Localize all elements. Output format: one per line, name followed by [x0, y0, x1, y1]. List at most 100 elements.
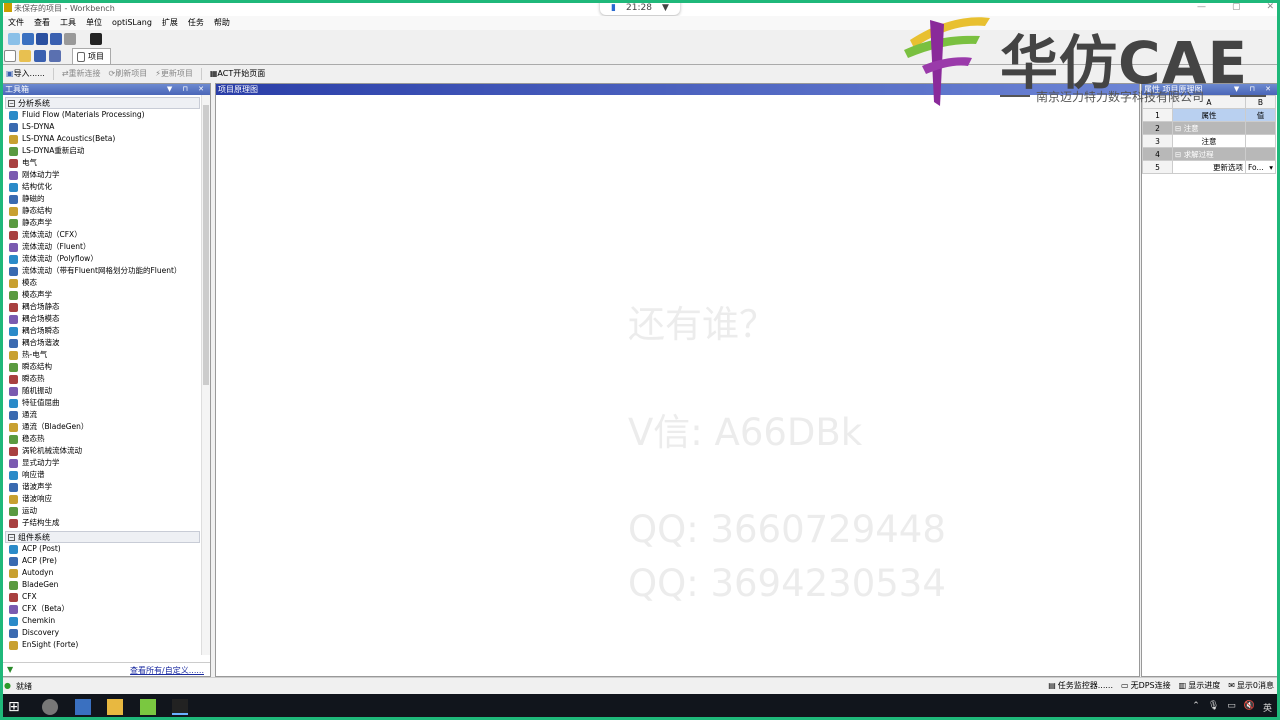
toolbox-item[interactable]: 谐波响应 [3, 493, 210, 505]
toolbox-item[interactable]: Autodyn [3, 567, 210, 579]
calculator-icon[interactable] [75, 699, 91, 715]
toolbox-item[interactable]: 随机振动 [3, 385, 210, 397]
new-project-icon[interactable] [8, 33, 20, 45]
filter-icon[interactable]: ▼ [7, 665, 13, 674]
menu-help[interactable]: 帮助 [214, 16, 230, 30]
toolbox-item[interactable]: CFX [3, 591, 210, 603]
chevron-down-icon[interactable]: ▾ [1269, 163, 1273, 172]
value-cell[interactable] [1245, 134, 1276, 148]
toolbox-item[interactable]: EnSight (Forte) [3, 639, 210, 651]
workbench-icon[interactable] [172, 699, 188, 715]
new-icon[interactable] [4, 50, 16, 62]
toolbox-item[interactable]: 特征值屈曲 [3, 397, 210, 409]
windows-start-icon[interactable]: ⊞ [8, 699, 24, 715]
toolbox-item[interactable]: LS-DYNA重新启动 [3, 145, 210, 157]
import-button[interactable]: ▣导入...... [6, 68, 45, 79]
toolbox-item[interactable]: 耦合场静态 [3, 301, 210, 313]
toolbox-item[interactable]: CFX（Beta） [3, 603, 210, 615]
toolbox-item[interactable]: Fluid Flow (Materials Processing) [3, 109, 210, 121]
toolbox-item[interactable]: 通流（BladeGen） [3, 421, 210, 433]
table-row[interactable]: 4 ⊟ 求解过程 [1142, 147, 1276, 161]
toolbox-item[interactable]: 子结构生成 [3, 517, 210, 529]
table-row[interactable]: 5 更新选项 Fo... ▾ [1142, 160, 1276, 174]
collapse-icon[interactable]: − [8, 534, 15, 541]
toolbox-item[interactable]: 电气 [3, 157, 210, 169]
reconnect-button[interactable]: ⇄重新连接 [62, 68, 101, 79]
toolbox-item[interactable]: 流体流动（带有Fluent网格划分功能的Fluent） [3, 265, 210, 277]
toolbox-item[interactable]: 刚体动力学 [3, 169, 210, 181]
collapse-icon[interactable]: ⊟ [1175, 150, 1181, 159]
toolbox-item[interactable]: 静磁的 [3, 193, 210, 205]
group-analysis-systems[interactable]: − 分析系统 [5, 97, 200, 109]
menu-tools[interactable]: 工具 [60, 16, 76, 30]
app-green-icon[interactable] [140, 699, 156, 715]
toolbox-item[interactable]: 通流 [3, 409, 210, 421]
toolbox-item[interactable]: 热-电气 [3, 349, 210, 361]
toolbox-item[interactable]: 耦合场瞬态 [3, 325, 210, 337]
toolbox-item[interactable]: 流体流动（Fluent） [3, 241, 210, 253]
toolbox-item[interactable]: 显式动力学 [3, 457, 210, 469]
chevron-down-icon[interactable]: ▼ [662, 3, 669, 13]
toolbox-item[interactable]: ACP (Pre) [3, 555, 210, 567]
ime-indicator[interactable]: 英 [1263, 701, 1272, 714]
table-row[interactable]: 2 ⊟ 注意 [1142, 121, 1276, 135]
collapse-icon[interactable]: − [8, 100, 15, 107]
collapse-icon[interactable]: ⊟ [1175, 124, 1181, 133]
menu-file[interactable]: 文件 [8, 16, 24, 30]
table-row[interactable]: 3 注意 [1142, 134, 1276, 148]
show-progress-button[interactable]: ▥ 显示进度 [1179, 680, 1221, 691]
toolbox-item[interactable]: Discovery [3, 627, 210, 639]
menu-jobs[interactable]: 任务 [188, 16, 204, 30]
tab-project[interactable]: 项目 [72, 48, 111, 64]
toolbox-item[interactable]: 响应谱 [3, 469, 210, 481]
microphone-icon[interactable]: 🎙 [1208, 701, 1219, 714]
screen-recorder-clock[interactable]: ▮ 21:28 ▼ [600, 0, 680, 15]
toolbox-item[interactable]: 稳态热 [3, 433, 210, 445]
archive-icon[interactable] [64, 33, 76, 45]
save-as-icon[interactable] [50, 33, 62, 45]
toolbox-item[interactable]: 涡轮机械流体流动 [3, 445, 210, 457]
toolbox-item[interactable]: 静态声学 [3, 217, 210, 229]
save-icon[interactable] [34, 50, 46, 62]
toolbox-item[interactable]: LS-DYNA Acoustics(Beta) [3, 133, 210, 145]
toolbox-item[interactable]: BladeGen [3, 579, 210, 591]
dps-connection-button[interactable]: ▭ 无DPS连接 [1121, 680, 1171, 691]
update-project-button[interactable]: ⚡更新项目 [155, 68, 193, 79]
toolbox-item[interactable]: 瞬态结构 [3, 361, 210, 373]
save-icon[interactable] [36, 33, 48, 45]
menu-view[interactable]: 查看 [34, 16, 50, 30]
toolbox-item[interactable]: Chemkin [3, 615, 210, 627]
toolbox-item[interactable]: 结构优化 [3, 181, 210, 193]
toolbox-item[interactable]: 模态声学 [3, 289, 210, 301]
toolbox-item[interactable]: LS-DYNA [3, 121, 210, 133]
act-start-page-button[interactable]: ▦ACT开始页面 [210, 68, 265, 79]
scroll-thumb[interactable] [203, 105, 209, 385]
menu-units[interactable]: 单位 [86, 16, 102, 30]
group-component-systems[interactable]: − 组件系统 [5, 531, 200, 543]
file-explorer-icon[interactable] [107, 699, 123, 715]
volume-icon[interactable]: 🔇 [1244, 701, 1255, 714]
browser-icon[interactable] [42, 699, 58, 715]
menu-extensions[interactable]: 扩展 [162, 16, 178, 30]
toolbox-scrollbar[interactable] [201, 95, 210, 655]
menu-optislang[interactable]: optiSLang [112, 16, 152, 30]
chevron-up-icon[interactable]: ⌃ [1192, 701, 1200, 714]
save-as-icon[interactable] [49, 50, 61, 62]
project-schematic-pane[interactable]: 项目原理图 还有谁？ V信: A66DBk QQ: 3660729448 QQ:… [215, 83, 1140, 677]
toolbox-item[interactable]: 流体流动（Polyflow） [3, 253, 210, 265]
toolbox-item[interactable]: 流体流动（CFX） [3, 229, 210, 241]
refresh-project-button[interactable]: ⟳刷新项目 [109, 68, 148, 79]
table-row[interactable]: 1 属性 值 [1142, 108, 1276, 122]
toolbox-item[interactable]: 静态结构 [3, 205, 210, 217]
show-messages-button[interactable]: ✉ 显示0消息 [1228, 680, 1274, 691]
view-all-link[interactable]: 查看所有/自定义...... [130, 665, 204, 676]
toolbox-item[interactable]: 瞬态热 [3, 373, 210, 385]
toolbox-item[interactable]: 耦合场谐波 [3, 337, 210, 349]
toolbox-item[interactable]: ACP (Post) [3, 543, 210, 555]
toolbox-item[interactable]: 耦合场模态 [3, 313, 210, 325]
open-folder-icon[interactable] [19, 50, 31, 62]
open-icon[interactable] [22, 33, 34, 45]
pane-controls[interactable]: ▼ ⊓ ✕ [167, 84, 208, 95]
ansys-icon[interactable] [90, 33, 102, 45]
toolbox-item[interactable]: 谐波声学 [3, 481, 210, 493]
